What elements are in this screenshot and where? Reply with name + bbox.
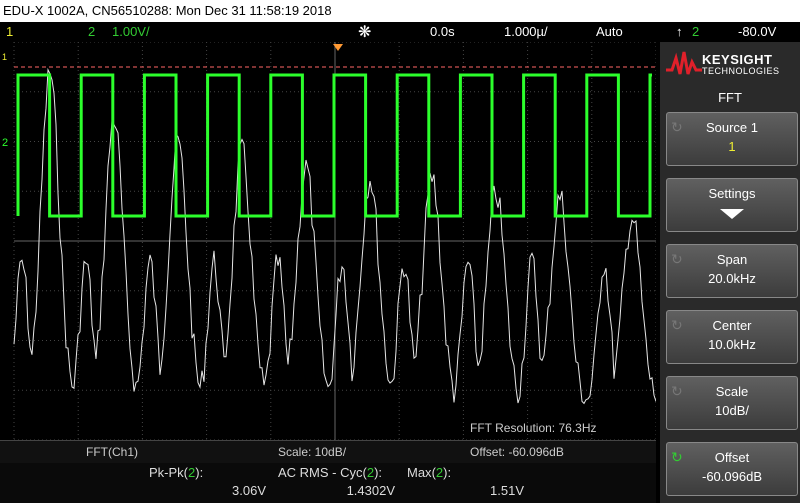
ch1-status-label[interactable]: 1 xyxy=(6,24,13,39)
fft-resolution-label: FFT Resolution: 76.3Hz xyxy=(470,421,597,435)
fft-scale: Scale: 10dB/ xyxy=(278,445,347,459)
measurement-value: 1.4302V xyxy=(346,483,395,498)
softkey-label: Span xyxy=(716,252,748,267)
time-delay[interactable]: 0.0s xyxy=(430,24,455,39)
softkey-value: 10.0kHz xyxy=(708,337,756,352)
ch2-ground-marker[interactable]: 2 xyxy=(2,137,8,149)
measurement-channel: 2 xyxy=(435,465,444,480)
status-bar: 1 2 1.00V/ ❋ 0.0s 1.000µ/ Auto ↑ 2 -80.0… xyxy=(0,22,800,42)
measurement-label: AC RMS - Cyc xyxy=(278,465,363,480)
rising-edge-icon: ↑ xyxy=(676,24,683,39)
ch1-ground-marker[interactable]: 1 xyxy=(2,52,7,62)
waveform-graticule: 1 2 FFT Resolution: 76.3Hz xyxy=(0,41,657,441)
softkey-value: -60.096dB xyxy=(702,469,762,484)
window-title: EDU-X 1002A, CN56510288: Mon Dec 31 11:5… xyxy=(3,3,332,18)
softkey-panel: KEYSIGHT TECHNOLOGIES FFT ↻ Source 1 1 S… xyxy=(660,42,800,503)
softkey-label: Settings xyxy=(708,186,756,201)
softkey-value: 20.0kHz xyxy=(708,271,756,286)
softkey-label: Source 1 xyxy=(705,120,759,135)
brand-name: KEYSIGHT xyxy=(702,52,773,67)
fft-offset: Offset: -60.096dB xyxy=(470,445,564,459)
keysight-logo: KEYSIGHT TECHNOLOGIES xyxy=(660,46,800,80)
ch2-status-label[interactable]: 2 xyxy=(88,24,95,39)
fft-info-bar: FFT(Ch1) Scale: 10dB/ Offset: -60.096dB xyxy=(0,440,656,463)
trigger-level[interactable]: -80.0V xyxy=(738,24,776,39)
settings-softkey[interactable]: Settings xyxy=(666,178,798,232)
keysight-wave-icon xyxy=(666,51,702,75)
fft-source: FFT(Ch1) xyxy=(86,445,138,459)
measurement-channel: 2 xyxy=(188,465,196,480)
measurement-label: Max xyxy=(407,465,432,480)
measurement-value: 1.51V xyxy=(490,483,524,498)
measurement-label: Pk-Pk xyxy=(149,465,184,480)
time-base[interactable]: 1.000µ/ xyxy=(504,24,548,39)
softkey-value: 1 xyxy=(728,139,736,154)
softkey-label: Center xyxy=(712,318,752,333)
measurement-acrms[interactable]: AC RMS - Cyc(2): 1.4302V xyxy=(274,463,401,503)
window-title-bar: EDU-X 1002A, CN56510288: Mon Dec 31 11:5… xyxy=(0,0,800,22)
span-softkey[interactable]: ↻ Span 20.0kHz xyxy=(666,244,798,298)
brand-subtitle: TECHNOLOGIES xyxy=(702,66,780,76)
waveform-display[interactable]: 1 2 FFT Resolution: 76.3Hz xyxy=(0,41,657,441)
softkey-label: Offset xyxy=(714,450,750,465)
measurement-max[interactable]: Max(2): 1.51V xyxy=(403,463,530,503)
measurement-bar: Pk-Pk(2): 3.06V AC RMS - Cyc(2): 1.4302V… xyxy=(0,463,656,503)
menu-title: FFT xyxy=(718,90,742,105)
center-softkey[interactable]: ↻ Center 10.0kHz xyxy=(666,310,798,364)
trigger-channel[interactable]: 2 xyxy=(692,24,699,39)
softkey-label: Scale xyxy=(715,384,749,399)
measurement-pkpk[interactable]: Pk-Pk(2): 3.06V xyxy=(145,463,272,503)
measurement-value: 3.06V xyxy=(232,483,266,498)
trigger-settings-icon[interactable]: ❋ xyxy=(358,22,371,42)
submenu-arrow-icon xyxy=(720,209,744,219)
trigger-mode[interactable]: Auto xyxy=(596,24,623,39)
softkey-value: 10dB/ xyxy=(715,403,749,418)
source-softkey[interactable]: ↻ Source 1 1 xyxy=(666,112,798,166)
measurement-channel: 2 xyxy=(366,465,375,480)
scale-softkey[interactable]: ↻ Scale 10dB/ xyxy=(666,376,798,430)
ch2-scale[interactable]: 1.00V/ xyxy=(112,24,150,39)
offset-softkey[interactable]: ↻ Offset -60.096dB xyxy=(666,442,798,496)
